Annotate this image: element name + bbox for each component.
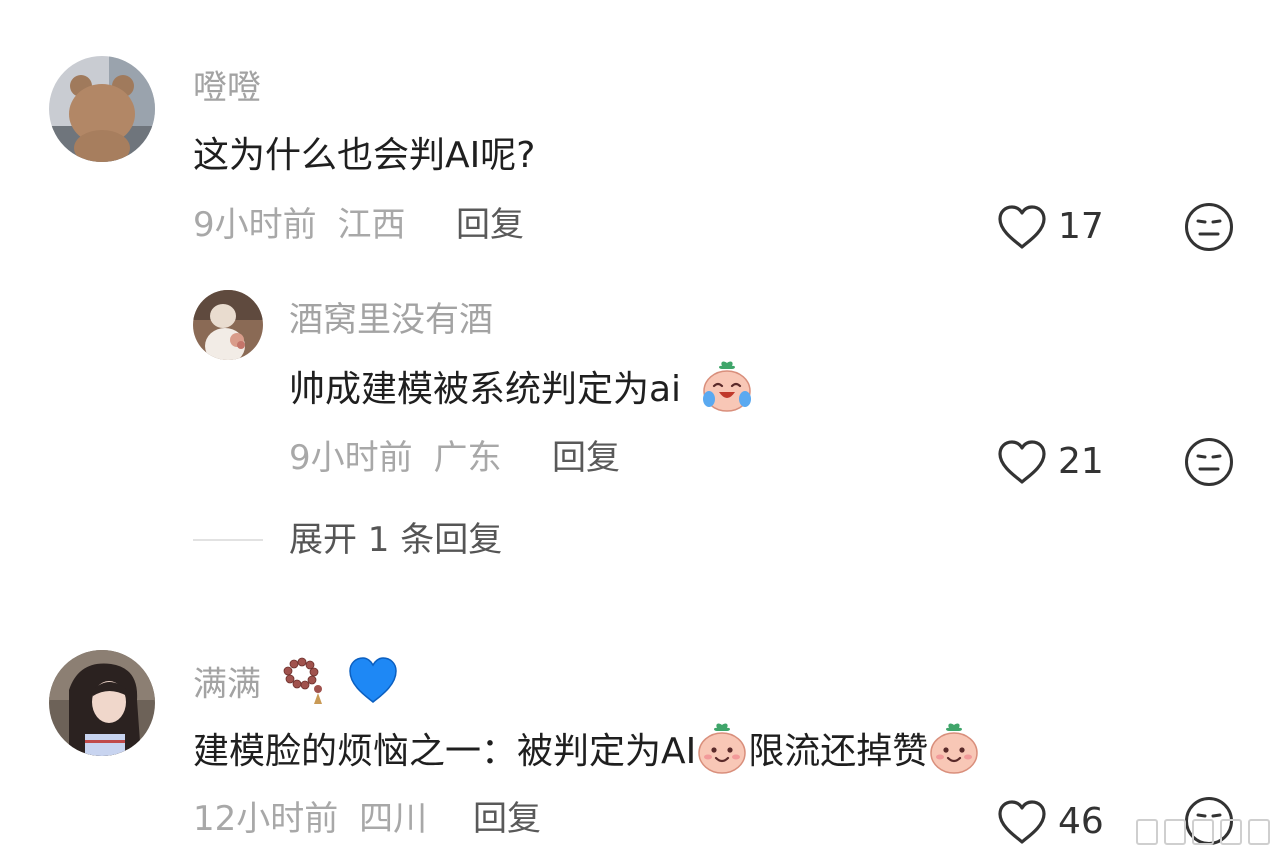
meh-face-icon <box>1185 203 1233 251</box>
username[interactable]: 酒窝里没有酒 <box>289 303 493 337</box>
expand-replies-button[interactable]: 展开 1 条回复 <box>289 523 502 557</box>
comment-meta: 9小时前 广东 <box>289 441 501 475</box>
comment-text-part1: 建模脸的烦恼之一：被判定为AI <box>193 731 697 772</box>
comment-text: 帅成建模被系统判定为ai <box>289 361 753 413</box>
bead-bracelet-emoji-icon <box>283 657 322 704</box>
dislike-button[interactable] <box>1184 202 1234 256</box>
like-count: 17 <box>1058 206 1104 247</box>
laugh-cry-emoji-icon <box>702 361 751 412</box>
like-button[interactable]: 17 <box>996 203 1104 251</box>
like-button[interactable]: 21 <box>996 438 1104 486</box>
heart-icon <box>998 205 1046 249</box>
comment-meta: 9小时前 江西 <box>193 208 405 242</box>
shy-smile-emoji-icon <box>698 723 746 774</box>
like-count: 21 <box>1058 441 1104 482</box>
comment-time: 12小时前 <box>193 799 339 839</box>
username[interactable]: 噔噔 <box>193 71 261 105</box>
comment-text-part2: 限流还掉赞 <box>748 731 929 772</box>
username[interactable]: 满满 <box>193 657 399 707</box>
username-text: 满满 <box>193 664 261 705</box>
like-button[interactable]: 46 <box>996 798 1104 846</box>
meh-face-icon <box>1185 438 1233 486</box>
comment-time: 9小时前 <box>289 438 413 478</box>
expand-divider <box>193 539 263 541</box>
reply-button[interactable]: 回复 <box>456 208 524 242</box>
bride-avatar-icon <box>193 290 263 360</box>
reply-button[interactable]: 回复 <box>473 802 541 836</box>
comment-location: 江西 <box>337 205 406 245</box>
bear-avatar-icon <box>49 56 155 162</box>
dislike-button[interactable] <box>1184 437 1234 491</box>
comment-text-body: 帅成建模被系统判定为ai <box>289 369 682 410</box>
shy-smile-emoji-icon <box>930 723 979 774</box>
heart-icon <box>998 800 1046 844</box>
user-avatar[interactable] <box>49 650 155 756</box>
watermark-icon <box>1136 819 1270 845</box>
user-avatar[interactable] <box>49 56 155 162</box>
girl-avatar-icon <box>49 650 155 756</box>
comment-text: 建模脸的烦恼之一：被判定为AI 限流还掉赞 <box>193 723 980 775</box>
comment-meta: 12小时前 四川 <box>193 802 427 836</box>
blue-heart-emoji-icon <box>348 657 397 703</box>
comment-text: 这为什么也会判AI呢? <box>193 135 536 176</box>
comment-time: 9小时前 <box>193 205 317 245</box>
comment-location: 四川 <box>359 799 428 839</box>
user-avatar[interactable] <box>193 290 263 360</box>
comment-location: 广东 <box>433 438 502 478</box>
reply-button[interactable]: 回复 <box>552 441 620 475</box>
like-count: 46 <box>1058 801 1104 842</box>
heart-icon <box>998 440 1046 484</box>
